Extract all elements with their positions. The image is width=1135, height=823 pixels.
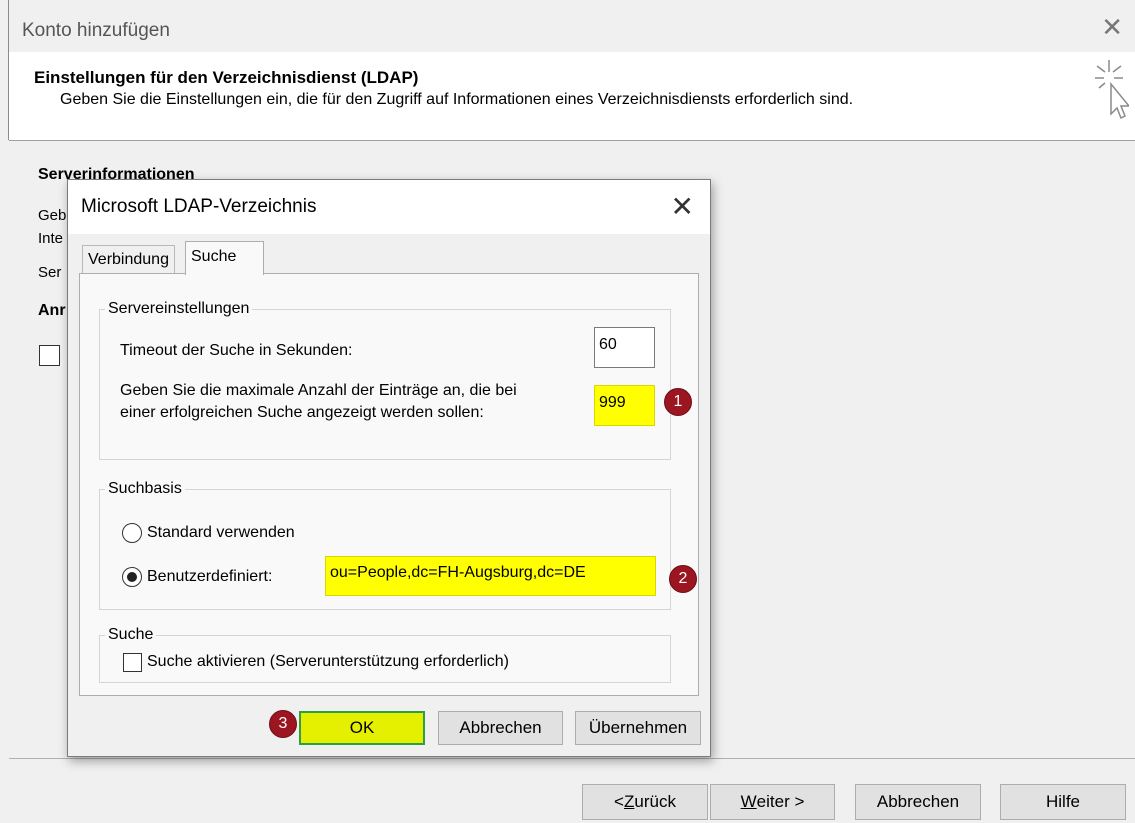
close-icon[interactable]: ✕	[671, 190, 694, 223]
radio-custom-label[interactable]: Benutzerdefiniert:	[147, 566, 272, 588]
tab-verbindung[interactable]: Verbindung	[82, 245, 175, 273]
dialog-title: Microsoft LDAP-Verzeichnis	[81, 196, 317, 217]
close-icon[interactable]: ✕	[1101, 14, 1123, 40]
annotation-badge-2: 2	[669, 565, 697, 593]
timeout-label: Timeout der Suche in Sekunden:	[120, 342, 353, 359]
header-subtitle: Geben Sie die Einstellungen ein, die für…	[60, 91, 854, 108]
radio-standard-label[interactable]: Standard verwenden	[147, 522, 295, 544]
help-button[interactable]: Hilfe	[1000, 784, 1126, 820]
annotation-badge-1: 1	[664, 388, 692, 416]
server-settings-legend: Servereinstellungen	[108, 300, 250, 317]
max-entries-label: Geben Sie die maximale Anzahl der Einträ…	[120, 382, 517, 421]
max-entries-input[interactable]: 999	[594, 385, 655, 426]
annotation-badge-3: 3	[269, 710, 297, 738]
tab-suche[interactable]: Suche	[185, 241, 264, 275]
next-button[interactable]: Weiter >	[710, 784, 835, 820]
tab-panel-suche: Servereinstellungen Timeout der Suche in…	[79, 273, 699, 696]
background-checkbox[interactable]	[39, 345, 60, 366]
header-title: Einstellungen für den Verzeichnisdienst …	[34, 68, 419, 87]
search-legend: Suche	[108, 626, 154, 643]
enable-search-label[interactable]: Suche aktivieren (Serverunterstützung er…	[147, 651, 509, 673]
ldap-directory-dialog: Microsoft LDAP-Verzeichnis ✕ Verbindung …	[67, 179, 711, 757]
search-base-legend: Suchbasis	[108, 480, 182, 497]
window-title: Konto hinzufügen	[22, 20, 170, 41]
cursor-sparkle-icon	[1095, 60, 1129, 120]
apply-button[interactable]: Übernehmen	[575, 711, 701, 745]
radio-standard[interactable]	[122, 523, 142, 543]
timeout-input[interactable]: 60	[594, 327, 655, 368]
custom-search-base-input[interactable]: ou=People,dc=FH-Augsburg,dc=DE	[325, 556, 656, 596]
ok-button[interactable]: OK	[299, 711, 425, 745]
wizard-cancel-button[interactable]: Abbrechen	[855, 784, 981, 820]
partial-text: Ser	[38, 264, 62, 281]
partial-heading: Anr	[38, 302, 66, 319]
radio-custom[interactable]	[122, 567, 142, 587]
partial-text: Geb	[38, 207, 67, 224]
back-button[interactable]: < Zurück	[582, 784, 708, 820]
dialog-cancel-button[interactable]: Abbrechen	[438, 711, 563, 745]
footer-separator	[9, 758, 1135, 759]
enable-search-checkbox[interactable]	[123, 653, 142, 672]
partial-text: Inte	[38, 230, 64, 247]
